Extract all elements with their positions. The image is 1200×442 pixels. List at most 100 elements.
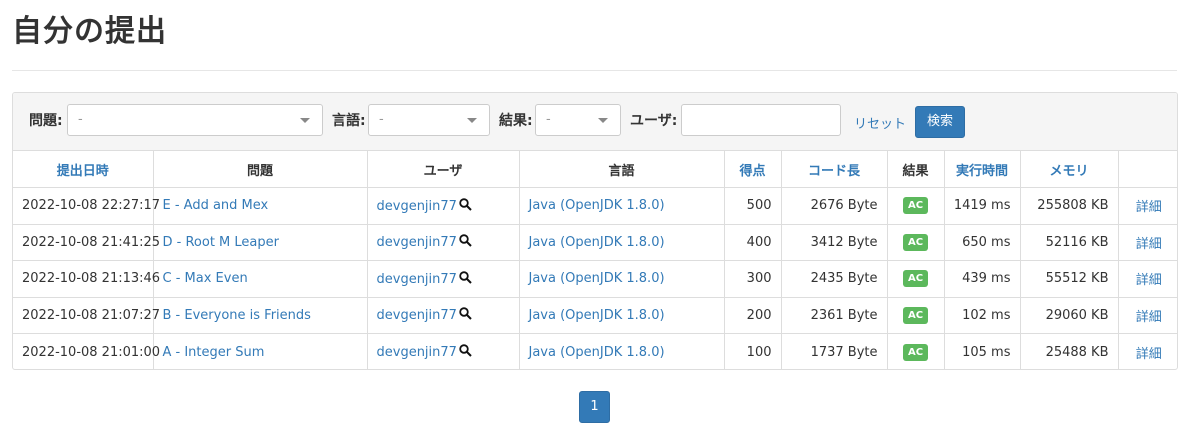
- exec-time-cell: 1419 ms: [944, 187, 1021, 225]
- exec-time-cell: 650 ms: [944, 224, 1021, 261]
- table-row: 2022-10-08 21:13:46 C - Max Even devgenj…: [13, 260, 1177, 298]
- user-filter-input[interactable]: [681, 104, 841, 136]
- column-header-detail: [1118, 151, 1177, 188]
- submissions-table: 提出日時 問題 ユーザ 言語 得点 コード長 結果 実行時間 メモリ 2022-…: [13, 151, 1177, 370]
- user-link[interactable]: devgenjin77: [377, 199, 457, 214]
- user-cell: devgenjin77: [367, 187, 520, 225]
- exec-time-cell: 102 ms: [944, 297, 1021, 334]
- language-link[interactable]: Java (OpenJDK 1.8.0): [519, 187, 725, 225]
- language-link[interactable]: Java (OpenJDK 1.8.0): [519, 333, 725, 369]
- status-badge: AC: [902, 270, 929, 288]
- user-filter-label: ユーザ:: [630, 113, 678, 129]
- result-filter-select[interactable]: -: [535, 104, 621, 136]
- result-cell: AC: [887, 333, 945, 369]
- result-filter-label: 結果:: [499, 113, 533, 129]
- result-cell: AC: [887, 297, 945, 334]
- magnifier-icon[interactable]: [459, 234, 472, 247]
- result-cell: AC: [887, 260, 945, 298]
- status-badge: AC: [902, 197, 929, 215]
- code-length-cell: 2361 Byte: [781, 297, 888, 334]
- submit-time-cell: 2022-10-08 21:01:00: [13, 333, 160, 369]
- table-header-row: 提出日時 問題 ユーザ 言語 得点 コード長 結果 実行時間 メモリ: [13, 151, 1177, 188]
- result-filter-value: -: [546, 112, 551, 127]
- magnifier-icon[interactable]: [459, 344, 472, 357]
- reset-link[interactable]: リセット: [854, 113, 906, 132]
- submit-time-cell: 2022-10-08 22:27:17: [13, 187, 160, 225]
- column-header-submit-time[interactable]: 提出日時: [13, 151, 154, 188]
- score-cell: 400: [724, 224, 782, 261]
- user-cell: devgenjin77: [367, 333, 520, 369]
- submit-time-cell: 2022-10-08 21:07:27: [13, 297, 160, 334]
- problem-filter-label: 問題:: [29, 113, 63, 129]
- problem-link[interactable]: C - Max Even: [153, 260, 368, 298]
- table-row: 2022-10-08 22:27:17 E - Add and Mex devg…: [13, 187, 1177, 225]
- user-cell: devgenjin77: [367, 260, 520, 298]
- caret-down-icon: [467, 118, 477, 123]
- table-row: 2022-10-08 21:07:27 B - Everyone is Frie…: [13, 297, 1177, 334]
- column-header-code-length[interactable]: コード長: [781, 151, 888, 188]
- caret-down-icon: [300, 118, 310, 123]
- result-cell: AC: [887, 224, 945, 261]
- detail-link[interactable]: 詳細: [1118, 224, 1177, 261]
- score-cell: 300: [724, 260, 782, 298]
- user-link[interactable]: devgenjin77: [377, 345, 457, 360]
- magnifier-icon[interactable]: [459, 198, 472, 211]
- problem-link[interactable]: E - Add and Mex: [153, 187, 368, 225]
- problem-link[interactable]: B - Everyone is Friends: [153, 297, 368, 334]
- language-filter-select[interactable]: -: [368, 104, 490, 136]
- memory-cell: 29060 KB: [1020, 297, 1119, 334]
- score-cell: 500: [724, 187, 782, 225]
- code-length-cell: 3412 Byte: [781, 224, 888, 261]
- code-length-cell: 2435 Byte: [781, 260, 888, 298]
- user-cell: devgenjin77: [367, 224, 520, 261]
- memory-cell: 25488 KB: [1020, 333, 1119, 369]
- language-link[interactable]: Java (OpenJDK 1.8.0): [519, 260, 725, 298]
- problem-link[interactable]: A - Integer Sum: [153, 333, 368, 369]
- submissions-panel: 問題: - 言語: - 結果: - ユーザ: リセット 検索 提出日時 問題 ユ…: [12, 92, 1178, 370]
- code-length-cell: 2676 Byte: [781, 187, 888, 225]
- table-row: 2022-10-08 21:41:25 D - Root M Leaper de…: [13, 224, 1177, 261]
- language-link[interactable]: Java (OpenJDK 1.8.0): [519, 297, 725, 334]
- user-link[interactable]: devgenjin77: [377, 235, 457, 250]
- memory-cell: 55512 KB: [1020, 260, 1119, 298]
- column-header-memory[interactable]: メモリ: [1020, 151, 1119, 188]
- memory-cell: 52116 KB: [1020, 224, 1119, 261]
- score-cell: 200: [724, 297, 782, 334]
- column-header-score[interactable]: 得点: [724, 151, 782, 188]
- magnifier-icon[interactable]: [459, 271, 472, 284]
- search-button[interactable]: 検索: [915, 106, 965, 138]
- exec-time-cell: 439 ms: [944, 260, 1021, 298]
- title-divider: [12, 70, 1177, 71]
- status-badge: AC: [902, 343, 929, 361]
- submit-time-cell: 2022-10-08 21:13:46: [13, 260, 160, 298]
- code-length-cell: 1737 Byte: [781, 333, 888, 369]
- score-cell: 100: [724, 333, 782, 369]
- column-header-exec-time[interactable]: 実行時間: [944, 151, 1021, 188]
- language-filter-value: -: [379, 112, 384, 127]
- page-title: 自分の提出: [12, 14, 167, 49]
- column-header-user: ユーザ: [367, 151, 520, 188]
- result-cell: AC: [887, 187, 945, 225]
- magnifier-icon[interactable]: [459, 307, 472, 320]
- user-link[interactable]: devgenjin77: [377, 272, 457, 287]
- submit-time-cell: 2022-10-08 21:41:25: [13, 224, 160, 261]
- detail-link[interactable]: 詳細: [1118, 260, 1177, 298]
- filter-bar: 問題: - 言語: - 結果: - ユーザ: リセット 検索: [13, 93, 1177, 151]
- detail-link[interactable]: 詳細: [1118, 187, 1177, 225]
- status-badge: AC: [902, 306, 929, 324]
- memory-cell: 255808 KB: [1020, 187, 1119, 225]
- exec-time-cell: 105 ms: [944, 333, 1021, 369]
- detail-link[interactable]: 詳細: [1118, 334, 1177, 370]
- detail-link[interactable]: 詳細: [1118, 297, 1177, 334]
- pagination-page-1[interactable]: 1: [579, 391, 610, 423]
- language-filter-label: 言語:: [332, 113, 366, 129]
- table-row: 2022-10-08 21:01:00 A - Integer Sum devg…: [13, 333, 1177, 370]
- status-badge: AC: [902, 233, 929, 251]
- problem-filter-value: -: [78, 112, 83, 127]
- problem-filter-select[interactable]: -: [67, 104, 323, 136]
- user-link[interactable]: devgenjin77: [377, 308, 457, 323]
- column-header-problem: 問題: [153, 151, 368, 188]
- language-link[interactable]: Java (OpenJDK 1.8.0): [519, 224, 725, 261]
- column-header-result: 結果: [887, 151, 945, 188]
- problem-link[interactable]: D - Root M Leaper: [153, 224, 368, 261]
